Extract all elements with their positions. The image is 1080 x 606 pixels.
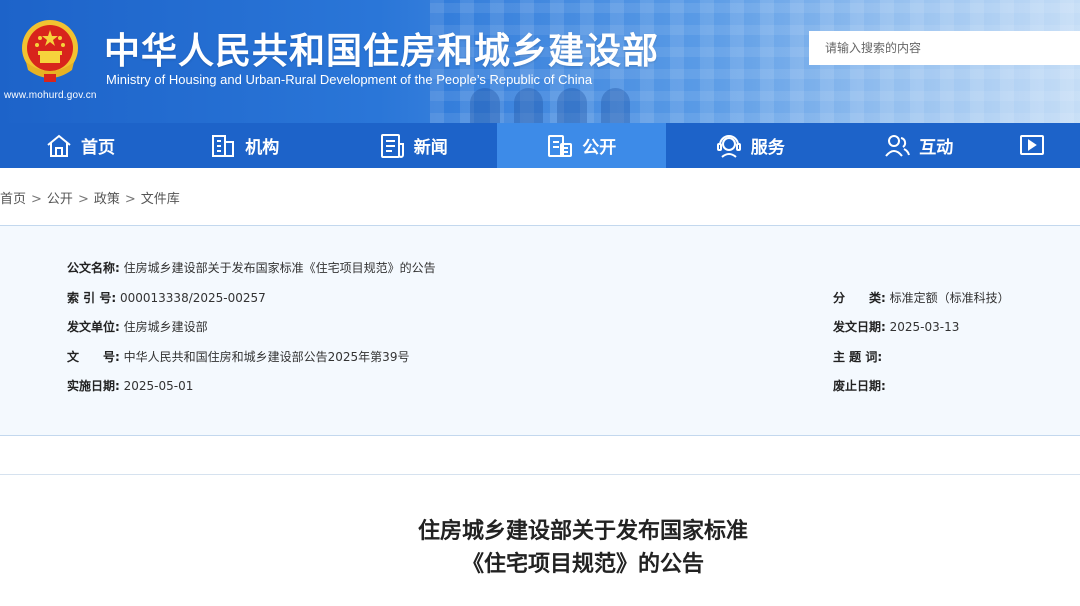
service-icon — [716, 134, 741, 158]
info-row-title: 公文名称: 住房城乡建设部关于发布国家标准《住宅项目规范》的公告 — [67, 259, 436, 276]
info-label-issue-date: 发文日期: — [833, 320, 886, 334]
info-value-issue-date: 2025-03-13 — [889, 320, 960, 334]
info-row-abolish-date: 废止日期: — [833, 377, 886, 394]
nav-label-organization: 机构 — [245, 138, 280, 158]
interaction-icon — [885, 134, 911, 157]
nav-item-interaction[interactable]: 互动 — [834, 123, 1003, 168]
national-emblem-icon[interactable] — [18, 18, 82, 84]
info-row-issuer: 发文单位: 住房城乡建设部 — [67, 318, 208, 335]
breadcrumb-public[interactable]: 公开 — [47, 192, 73, 207]
breadcrumb-file-library[interactable]: 文件库 — [141, 192, 180, 207]
nav-item-service[interactable]: 服务 — [666, 123, 835, 168]
site-header: www.mohurd.gov.cn 中华人民共和国住房和城乡建设部 Minist… — [0, 0, 1080, 123]
info-label-effective-date: 实施日期: — [67, 379, 120, 393]
info-value-index: 000013338/2025-00257 — [119, 291, 266, 305]
nav-item-organization[interactable]: 机构 — [160, 123, 329, 168]
info-row-index: 索 引 号: 000013338/2025-00257 — [67, 289, 266, 306]
site-url[interactable]: www.mohurd.gov.cn — [4, 90, 97, 101]
main-nav: 首页 机构 新闻 公开 服务 互动 — [0, 123, 1080, 168]
site-title[interactable]: 中华人民共和国住房和城乡建设部 — [104, 22, 659, 74]
info-label-issuer: 发文单位: — [67, 320, 120, 334]
nav-item-home[interactable]: 首页 — [0, 123, 160, 168]
nav-label-service: 服务 — [750, 138, 785, 158]
info-value-docnum: 中华人民共和国住房和城乡建设部公告2025年第39号 — [123, 350, 410, 364]
info-label-abolish-date: 废止日期: — [833, 379, 886, 393]
header-building-arches — [470, 88, 630, 123]
info-label-docnum: 文 号: — [67, 350, 120, 364]
document-title-line2: 《住宅项目规范》的公告 — [461, 552, 704, 577]
info-label-index: 索 引 号: — [67, 291, 117, 305]
info-label-keywords: 主 题 词: — [833, 350, 883, 364]
info-row-issue-date: 发文日期: 2025-03-13 — [833, 318, 959, 335]
info-label-category: 分 类: — [833, 291, 886, 305]
info-value-title: 住房城乡建设部关于发布国家标准《住宅项目规范》的公告 — [123, 261, 436, 275]
document-title-line1: 住房城乡建设部关于发布国家标准 — [417, 519, 748, 544]
nav-label-interaction: 互动 — [919, 138, 954, 158]
news-icon — [380, 133, 404, 158]
site-subtitle: Ministry of Housing and Urban-Rural Deve… — [106, 72, 593, 87]
info-value-category: 标准定额（标准科技） — [889, 291, 1010, 305]
nav-item-data[interactable] — [1003, 123, 1068, 168]
search-input[interactable] — [809, 31, 1080, 65]
info-row-category: 分 类: 标准定额（标准科技） — [833, 289, 1010, 306]
nav-label-home: 首页 — [81, 138, 115, 158]
document-title: 住房城乡建设部关于发布国家标准 《住宅项目规范》的公告 — [0, 515, 1080, 581]
info-value-effective-date: 2025-05-01 — [123, 379, 194, 393]
document-open-icon — [548, 134, 573, 157]
info-value-issuer: 住房城乡建设部 — [123, 320, 208, 334]
content-divider — [0, 474, 1080, 475]
info-row-keywords: 主 题 词: — [833, 348, 882, 365]
info-row-docnum: 文 号: 中华人民共和国住房和城乡建设部公告2025年第39号 — [67, 348, 409, 365]
info-label-title: 公文名称: — [67, 261, 120, 275]
breadcrumb-home[interactable]: 首页 — [0, 192, 26, 207]
building-icon — [212, 134, 235, 157]
data-icon — [1019, 134, 1044, 155]
breadcrumb-policy[interactable]: 政策 — [94, 192, 120, 207]
home-icon — [47, 134, 71, 157]
nav-label-news: 新闻 — [413, 138, 448, 158]
document-info-panel: 公文名称: 住房城乡建设部关于发布国家标准《住宅项目规范》的公告 索 引 号: … — [0, 225, 1080, 436]
nav-label-public: 公开 — [582, 138, 617, 158]
nav-item-public[interactable]: 公开 — [497, 123, 666, 168]
info-row-effective-date: 实施日期: 2025-05-01 — [67, 377, 193, 394]
nav-item-news[interactable]: 新闻 — [329, 123, 498, 168]
breadcrumb: 首页 > 公开 > 政策 > 文件库 — [0, 192, 180, 207]
